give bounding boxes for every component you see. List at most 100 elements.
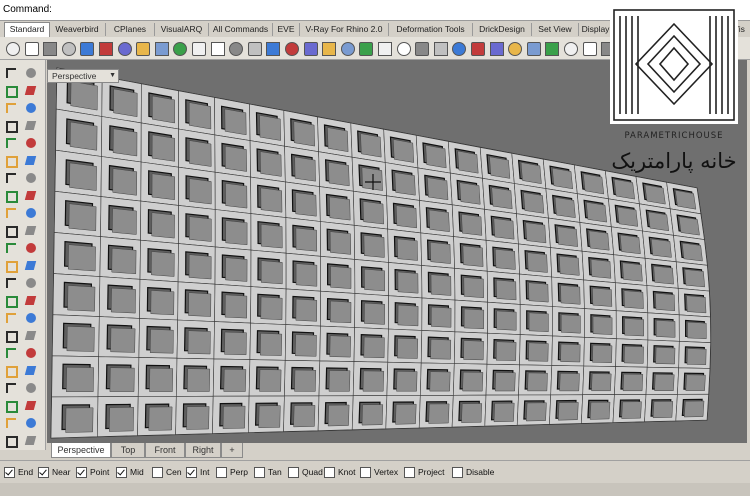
layer-tool-icon[interactable] <box>4 416 20 432</box>
viewport-menu-arrow-icon[interactable]: ▼ <box>109 70 116 82</box>
copy-icon[interactable] <box>116 40 132 56</box>
osnap-checkbox[interactable] <box>76 466 87 478</box>
osnap-cen[interactable]: Cen <box>152 465 182 479</box>
osnap-knot[interactable]: Knot <box>324 465 356 479</box>
toolbar-tab[interactable]: All Commands <box>209 23 273 36</box>
osnap-int[interactable]: Int <box>186 465 209 479</box>
explode-tool-icon[interactable] <box>24 311 40 327</box>
viewport-tab[interactable]: Right <box>185 443 221 458</box>
render-tool-icon[interactable] <box>24 259 40 275</box>
open-file-icon[interactable] <box>23 40 39 56</box>
trim-tool-icon[interactable] <box>4 294 20 310</box>
shade-icon[interactable] <box>432 40 448 56</box>
xray-icon[interactable] <box>581 40 597 56</box>
osnap-checkbox[interactable] <box>288 466 299 478</box>
text-tool-icon[interactable] <box>24 241 40 257</box>
new-file-icon[interactable] <box>4 40 20 56</box>
cap-tool-icon[interactable] <box>4 381 20 397</box>
osnap-checkbox[interactable] <box>254 466 265 478</box>
curve-tool-icon[interactable] <box>24 84 40 100</box>
toolbar-tab[interactable]: CPlanes <box>106 23 155 36</box>
offset-tool-icon[interactable] <box>4 329 20 345</box>
block-tool-icon[interactable] <box>4 276 20 292</box>
osnap-disable[interactable]: Disable <box>452 465 494 479</box>
object-properties-icon[interactable] <box>376 40 392 56</box>
osnap-checkbox[interactable] <box>116 466 127 478</box>
ortho-tool-icon[interactable] <box>24 434 40 450</box>
viewport-tab[interactable]: Front <box>145 443 185 458</box>
osnap-checkbox[interactable] <box>360 466 371 478</box>
viewport-tab[interactable]: Perspective <box>51 443 111 458</box>
osnap-checkbox[interactable] <box>38 466 49 478</box>
cplane-icon[interactable] <box>320 40 337 56</box>
rectangle-tool-icon[interactable] <box>24 119 40 135</box>
paste-icon[interactable] <box>134 40 151 56</box>
four-views-icon[interactable] <box>302 40 318 56</box>
polyline-tool-icon[interactable] <box>4 84 20 100</box>
osnap-project[interactable]: Project <box>404 465 444 479</box>
fillet-tool-icon[interactable] <box>4 206 20 222</box>
blend-tool-icon[interactable] <box>4 346 20 362</box>
rotate-view-icon[interactable] <box>190 40 206 56</box>
boolean-tool-icon[interactable] <box>24 189 40 205</box>
toolbar-tab[interactable]: VisualARQ <box>155 23 209 36</box>
cut-icon[interactable] <box>97 40 113 56</box>
toolbar-tab[interactable]: EVE <box>273 23 300 36</box>
toolbar-tab[interactable]: V-Ray For Rhino 2.0 <box>300 23 389 36</box>
viewport-title[interactable]: Perspective ▼ <box>47 69 119 83</box>
toolbar-tab[interactable]: Standard <box>4 22 50 37</box>
transform-tool-icon[interactable] <box>24 206 40 222</box>
light-icon[interactable] <box>357 40 374 56</box>
split-tool-icon[interactable] <box>24 294 40 310</box>
wireframe-icon[interactable] <box>506 40 523 56</box>
sweep-tool-icon[interactable] <box>4 364 20 380</box>
gumball-tool-icon[interactable] <box>4 399 20 415</box>
osnap-end[interactable]: End <box>4 465 33 479</box>
osnap-checkbox[interactable] <box>152 466 163 478</box>
osnap-mid[interactable]: Mid <box>116 465 144 479</box>
point-tool-icon[interactable] <box>24 66 40 82</box>
osnap-checkbox[interactable] <box>186 466 197 478</box>
select-tool-icon[interactable] <box>4 66 20 82</box>
project-tool-icon[interactable] <box>24 329 40 345</box>
rendered-icon[interactable] <box>543 40 560 56</box>
osnap-tan[interactable]: Tan <box>254 465 282 479</box>
render-ball-icon[interactable] <box>413 40 430 56</box>
osnap-checkbox[interactable] <box>324 466 335 478</box>
solid-box-tool-icon[interactable] <box>4 171 20 187</box>
ghosted-icon[interactable] <box>562 40 578 56</box>
grid-icon[interactable] <box>450 40 467 56</box>
osnap-tool-icon[interactable] <box>24 416 40 432</box>
curve-icon[interactable] <box>488 40 504 56</box>
zoom-selected-icon[interactable] <box>264 40 281 56</box>
osnap-vertex[interactable]: Vertex <box>360 465 398 479</box>
ellipse-tool-icon[interactable] <box>4 119 20 135</box>
circle-tool-icon[interactable] <box>24 101 40 117</box>
pan-icon[interactable] <box>171 40 188 56</box>
zoom-dynamic-icon[interactable] <box>209 40 225 56</box>
car-icon[interactable] <box>339 40 355 56</box>
viewport-tab[interactable]: Top <box>111 443 145 458</box>
shaded-icon[interactable] <box>525 40 541 56</box>
osnap-checkbox[interactable] <box>452 466 463 478</box>
undo-icon[interactable] <box>153 40 169 56</box>
analyze-tool-icon[interactable] <box>4 259 20 275</box>
dimension-tool-icon[interactable] <box>4 241 20 257</box>
freeform-tool-icon[interactable] <box>24 136 40 152</box>
osnap-point[interactable]: Point <box>76 465 109 479</box>
toolbar-tab[interactable]: DrickDesign <box>473 23 532 36</box>
join-tool-icon[interactable] <box>4 311 20 327</box>
array-tool-icon[interactable] <box>4 224 20 240</box>
extrude-tool-icon[interactable] <box>24 154 40 170</box>
surface-tool-icon[interactable] <box>4 154 20 170</box>
polygon-tool-icon[interactable] <box>4 136 20 152</box>
import-icon[interactable] <box>78 40 95 56</box>
osnap-quad[interactable]: Quad <box>288 465 323 479</box>
osnap-perp[interactable]: Perp <box>216 465 248 479</box>
toolbar-tab[interactable]: Deformation Tools <box>389 23 473 36</box>
group-tool-icon[interactable] <box>24 276 40 292</box>
lightbulb-icon[interactable] <box>469 40 485 56</box>
toolbar-tab[interactable]: Weaverbird <box>49 23 106 36</box>
mirror-tool-icon[interactable] <box>24 224 40 240</box>
mesh-tool-icon[interactable] <box>4 189 20 205</box>
